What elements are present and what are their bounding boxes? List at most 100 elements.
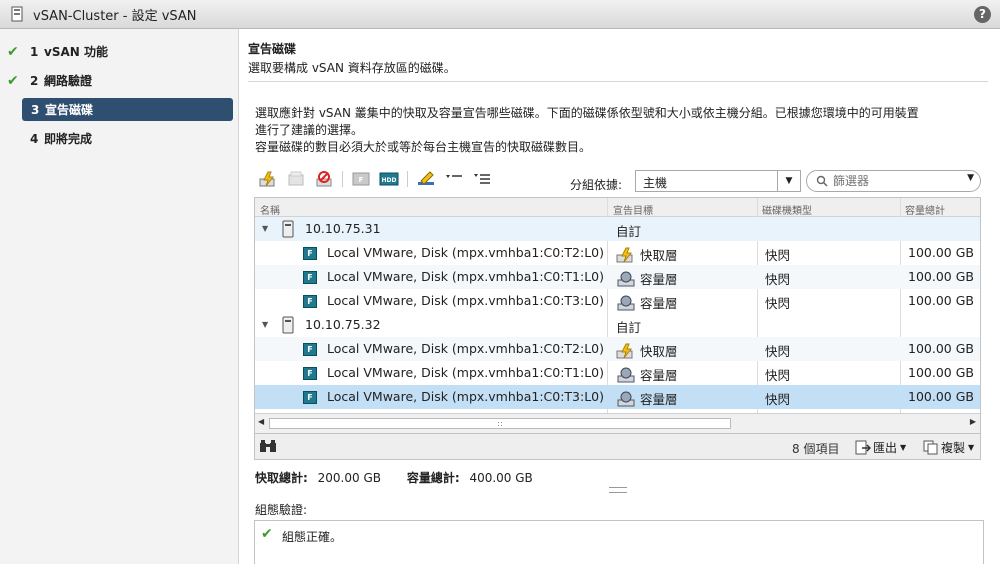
column-header-name[interactable]: 名稱 (260, 202, 280, 217)
claim-label: 快取層 (640, 344, 678, 359)
export-label: 匯出 (873, 441, 898, 455)
group-by-select[interactable]: 主機 ▼ (635, 170, 801, 192)
disk-toolbar: F HDD (258, 168, 500, 190)
claim-capacity-icon[interactable] (286, 170, 306, 188)
cache-total-label: 快取總計: (255, 471, 308, 485)
column-header-capacity[interactable]: 容量總計 (905, 202, 945, 217)
step-number: 2 (30, 73, 39, 88)
wizard-step-3[interactable]: 3 宣告磁碟 (0, 98, 239, 121)
grid-footer: 8 個項目 匯出 ▼ 複製 ▼ (254, 434, 981, 460)
drive-type: 快閃 (765, 344, 791, 359)
capacity-tier-icon (617, 271, 635, 286)
drive-type: 快閃 (765, 248, 791, 263)
wizard-step-4[interactable]: 4 即將完成 (0, 127, 239, 150)
claim-target[interactable]: 容量層 (616, 293, 678, 312)
flash-disk-icon: F (303, 343, 317, 356)
expand-toggle-icon[interactable]: ▼ (262, 224, 268, 233)
disk-name: Local VMware, Disk (mpx.vmhba1:C0:T1:L0) (327, 365, 605, 380)
validation-message: 組態正確。 (282, 530, 343, 544)
chevron-down-icon: ▼ (968, 443, 975, 452)
search-icon (816, 175, 828, 187)
disk-row[interactable]: F Local VMware, Disk (mpx.vmhba1:C0:T1:L… (255, 265, 980, 289)
collapse-all-icon[interactable] (444, 170, 464, 188)
expand-all-icon[interactable] (472, 170, 492, 188)
claim-target[interactable]: 容量層 (616, 365, 678, 384)
wizard-step-1[interactable]: ✔ 1 vSAN 功能 (0, 40, 239, 63)
capacity: 100.00 GB (908, 389, 974, 404)
instruction-line: 進行了建議的選擇。 (255, 123, 364, 137)
cache-tier-icon (616, 343, 633, 358)
drive-type: 快閃 (765, 272, 791, 287)
step-number: 1 (30, 44, 39, 59)
claim-cache-icon[interactable] (258, 170, 278, 188)
capacity: 100.00 GB (908, 341, 974, 356)
filter-input[interactable] (833, 173, 953, 189)
check-icon: ✔ (7, 43, 19, 60)
step-label: vSAN 功能 (44, 45, 108, 59)
drive-type: 快閃 (765, 392, 791, 407)
flash-disk-icon: F (303, 367, 317, 380)
horizontal-scrollbar[interactable]: ◀ :: ▶ (255, 413, 980, 433)
claim-target[interactable]: 自訂 (616, 317, 641, 336)
drive-type: 快閃 (765, 368, 791, 383)
validation-box: ✔ 組態正確。 (254, 520, 984, 564)
validation-label: 組態驗證: (255, 503, 308, 517)
capacity: 100.00 GB (908, 245, 974, 260)
host-row[interactable]: ▼ 10.10.75.31 自訂 (255, 217, 980, 241)
claim-target[interactable]: 自訂 (616, 221, 641, 240)
claim-target[interactable]: 容量層 (616, 269, 678, 288)
claim-label: 容量層 (640, 272, 678, 287)
group-by-label: 分組依據: (570, 178, 623, 192)
host-row[interactable]: ▼ 10.10.75.32 自訂 (255, 313, 980, 337)
item-count: 8 個項目 (792, 442, 840, 456)
claim-target[interactable]: 快取層 (616, 245, 678, 264)
do-not-claim-icon[interactable] (314, 170, 334, 188)
scrollbar-thumb[interactable]: :: (269, 418, 731, 429)
chevron-down-icon[interactable]: ▼ (967, 173, 974, 183)
disk-row-selected[interactable]: F Local VMware, Disk (mpx.vmhba1:C0:T3:L… (255, 385, 980, 409)
scroll-left-icon[interactable]: ◀ (258, 417, 264, 426)
svg-text:F: F (359, 176, 364, 184)
disk-row[interactable]: F Local VMware, Disk (mpx.vmhba1:C0:T2:L… (255, 241, 980, 265)
svg-text:HDD: HDD (382, 177, 397, 184)
instructions: 選取應針對 vSAN 叢集中的快取及容量宣告哪些磁碟。下面的磁碟係依型號和大小或… (255, 105, 987, 156)
claim-target[interactable]: 快取層 (616, 341, 678, 360)
binoculars-icon[interactable] (259, 439, 277, 453)
disk-row[interactable]: F Local VMware, Disk (mpx.vmhba1:C0:T1:L… (255, 361, 980, 385)
export-button[interactable]: 匯出 ▼ (855, 439, 906, 456)
disk-grid: 名稱 宣告目標 磁碟機類型 容量總計 ▼ 10.10.75.31 自訂 F Lo… (254, 197, 981, 434)
flash-disk-icon: F (303, 295, 317, 308)
wizard-step-2[interactable]: ✔ 2 網路驗證 (0, 69, 239, 92)
flash-disk-icon: F (303, 247, 317, 260)
filter-box[interactable]: ▼ (806, 170, 981, 192)
step-label: 即將完成 (44, 132, 93, 146)
disk-row[interactable]: F Local VMware, Disk (mpx.vmhba1:C0:T2:L… (255, 337, 980, 361)
column-header-type[interactable]: 磁碟機類型 (762, 202, 812, 217)
cache-total-value: 200.00 GB (317, 471, 381, 485)
capacity: 100.00 GB (908, 365, 974, 380)
pane-splitter[interactable] (609, 487, 627, 493)
help-icon[interactable]: ? (974, 6, 991, 23)
column-header-claim[interactable]: 宣告目標 (613, 202, 653, 217)
host-icon (282, 220, 294, 238)
disk-name: Local VMware, Disk (mpx.vmhba1:C0:T2:L0) (327, 341, 605, 356)
step-label: 網路驗證 (44, 74, 93, 88)
disk-row[interactable]: F Local VMware, Disk (mpx.vmhba1:C0:T3:L… (255, 289, 980, 313)
mark-flash-icon[interactable]: F (351, 170, 371, 188)
capacity-tier-icon (617, 295, 635, 310)
instruction-line: 容量磁碟的數目必須大於或等於每台主機宣告的快取磁碟數目。 (255, 140, 592, 154)
grid-header: 名稱 宣告目標 磁碟機類型 容量總計 (255, 198, 980, 217)
expand-toggle-icon[interactable]: ▼ (262, 320, 268, 329)
page-subtitle: 選取要構成 vSAN 資料存放區的磁碟。 (248, 61, 456, 75)
disk-name: Local VMware, Disk (mpx.vmhba1:C0:T2:L0) (327, 245, 605, 260)
scroll-right-icon[interactable]: ▶ (970, 417, 976, 426)
edit-icon[interactable] (416, 170, 436, 188)
disk-name: Local VMware, Disk (mpx.vmhba1:C0:T1:L0) (327, 269, 605, 284)
mark-hdd-icon[interactable]: HDD (379, 170, 399, 188)
claim-label: 快取層 (640, 248, 678, 263)
claim-target[interactable]: 容量層 (616, 389, 678, 408)
instruction-line: 選取應針對 vSAN 叢集中的快取及容量宣告哪些磁碟。下面的磁碟係依型號和大小或… (255, 106, 919, 120)
copy-button[interactable]: 複製 ▼ (923, 439, 974, 456)
capacity: 100.00 GB (908, 269, 974, 284)
chevron-down-icon[interactable]: ▼ (777, 171, 800, 191)
